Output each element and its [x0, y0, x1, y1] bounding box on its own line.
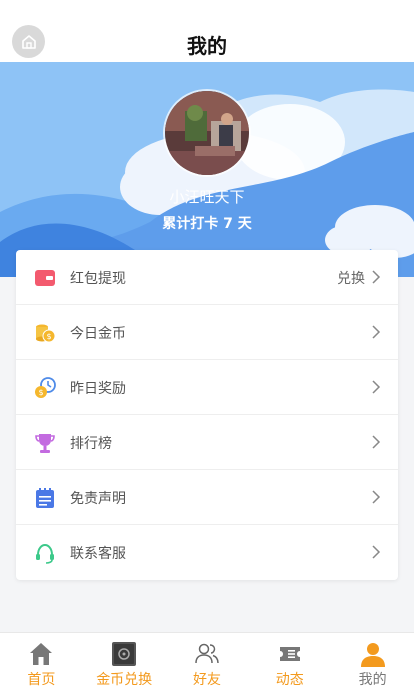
menu-item-disclaimer[interactable]: 免责声明 [16, 470, 398, 525]
coin-clock-icon: $ [35, 377, 56, 398]
menu-item-leaderboard[interactable]: 排行榜 [16, 415, 398, 470]
menu-item-yesterday-reward[interactable]: $ 昨日奖励 [16, 360, 398, 415]
menu-list: 红包提现 兑换 $ 今日金币 $ 昨日奖励 排行榜 免责声明 联系客服 [16, 250, 398, 580]
page-title: 我的 [187, 34, 227, 58]
tab-activity[interactable]: 动态 [248, 633, 331, 692]
tab-label: 好友 [192, 672, 221, 688]
trophy-icon [35, 434, 55, 453]
chevron-right-icon [372, 270, 381, 284]
menu-item-label: 排行榜 [70, 436, 112, 452]
menu-item-label: 今日金币 [70, 326, 126, 342]
svg-text:$: $ [46, 332, 51, 341]
profile-banner: 小汪旺天下 累计打卡 7 天 [0, 62, 414, 277]
tab-coin-exchange[interactable]: 金币兑换 [83, 633, 166, 692]
ticket-icon [279, 647, 300, 661]
user-icon [360, 643, 385, 667]
tab-label: 动态 [275, 672, 304, 688]
svg-text:$: $ [38, 388, 43, 397]
chevron-right-icon [372, 490, 381, 504]
red-envelope-icon [35, 270, 55, 286]
menu-item-customer-service[interactable]: 联系客服 [16, 525, 398, 580]
tab-home[interactable]: 首页 [0, 633, 83, 692]
tab-label: 我的 [358, 672, 387, 688]
top-bar: 我的 [0, 0, 414, 62]
menu-item-label: 昨日奖励 [70, 381, 126, 397]
friends-icon [195, 643, 219, 664]
safe-icon [112, 642, 137, 666]
tab-label: 金币兑换 [96, 672, 153, 688]
headset-icon [36, 543, 54, 564]
avatar[interactable] [163, 89, 251, 177]
chevron-right-icon [372, 325, 381, 339]
bottom-tab-bar: 首页 金币兑换 好友 动态 我的 [0, 632, 414, 692]
avatar-photo [165, 91, 249, 175]
tab-label: 首页 [27, 672, 56, 688]
chevron-right-icon [372, 435, 381, 449]
menu-item-label: 免责声明 [70, 491, 126, 507]
gold-coins-icon: $ [36, 324, 56, 343]
exchange-link[interactable]: 兑换 [337, 268, 365, 288]
menu-item-label: 红包提现 [70, 271, 126, 287]
house-icon [30, 643, 53, 665]
notepad-icon [36, 488, 54, 508]
menu-item-today-coins[interactable]: $ 今日金币 [16, 305, 398, 360]
menu-item-withdraw[interactable]: 红包提现 兑换 [16, 250, 398, 305]
tab-friends[interactable]: 好友 [166, 633, 249, 692]
checkin-count: 累计打卡 7 天 [162, 216, 252, 232]
chevron-right-icon [372, 545, 381, 559]
username: 小汪旺天下 [169, 188, 245, 206]
tab-me[interactable]: 我的 [331, 633, 414, 692]
menu-item-label: 联系客服 [70, 546, 126, 562]
chevron-right-icon [372, 380, 381, 394]
